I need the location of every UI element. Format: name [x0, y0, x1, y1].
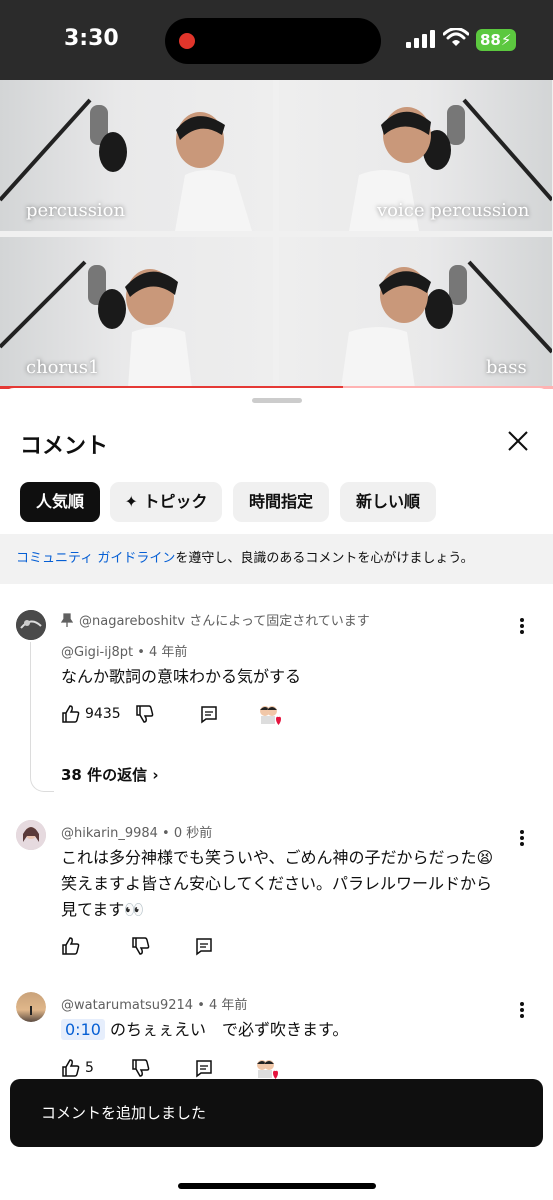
tile-label: bass	[486, 357, 527, 378]
thumbs-up-icon	[62, 705, 80, 723]
comment-meta: @hikarin_9984 • 0 秒前	[61, 826, 213, 841]
avatar[interactable]	[16, 992, 46, 1022]
pinned-text: @nagareboshitv さんによって固定されています	[79, 614, 370, 629]
comment-meta: @Gigi-ij8pt • 4 年前	[61, 645, 188, 660]
dislike-button[interactable]	[131, 936, 153, 960]
recording-dot-icon	[179, 33, 195, 49]
status-bar: 3:30 88⚡	[0, 0, 553, 80]
dynamic-island	[165, 18, 381, 64]
clock: 3:30	[64, 26, 119, 51]
sheet-title: コメント	[20, 434, 109, 459]
like-count: 9435	[85, 706, 121, 722]
thumbs-down-icon	[132, 1059, 150, 1077]
video-tile-voice-percussion: voice percussion	[279, 80, 552, 231]
thread-line	[30, 642, 54, 792]
reply-icon	[201, 706, 217, 724]
view-replies-button[interactable]: 38 件の返信 ›	[61, 764, 159, 785]
comment-meta: @watarumatsu9214 • 4 年前	[61, 998, 248, 1013]
community-guidelines-banner: コミュニティ ガイドラインを遵守し、良識のあるコメントを心がけましょう。	[0, 534, 553, 584]
comment-text: 0:10 のちぇぇえい で必ず吹きます。	[61, 1017, 531, 1043]
reply-icon	[196, 1060, 212, 1078]
tile-label: voice percussion	[377, 200, 530, 221]
comment-time: 4 年前	[149, 645, 188, 660]
battery-level: 88	[480, 31, 501, 49]
comment-line: 見てます👀	[61, 900, 145, 919]
like-button[interactable]	[61, 936, 83, 960]
wifi-icon	[443, 28, 469, 46]
comment-time: 0 秒前	[173, 826, 213, 841]
reply-icon	[196, 938, 212, 956]
close-icon[interactable]	[503, 426, 533, 456]
sparkle-icon: ✦	[124, 492, 144, 511]
comment-author[interactable]: @watarumatsu9214	[61, 998, 193, 1013]
thumbs-down-icon	[132, 937, 150, 955]
like-count: 5	[85, 1060, 94, 1076]
snackbar-toast: コメントを追加しました	[10, 1079, 543, 1147]
pinned-label: @nagareboshitv さんによって固定されています	[60, 610, 370, 629]
guidelines-link[interactable]: コミュニティ ガイドライン	[16, 551, 175, 566]
comment-line: これは多分神様でも笑ういや、ごめん神の子だからだった😫	[61, 848, 494, 867]
dislike-button[interactable]	[135, 704, 157, 728]
thumbs-up-icon	[62, 937, 80, 955]
timestamp-link[interactable]: 0:10	[61, 1019, 105, 1040]
video-tile-chorus1: chorus1	[0, 237, 273, 388]
video-tile-percussion: percussion	[0, 80, 273, 231]
drag-handle[interactable]	[252, 398, 302, 403]
comment-time: 4 年前	[209, 998, 248, 1013]
chip-timestamped[interactable]: 時間指定	[233, 482, 329, 522]
avatar[interactable]	[16, 820, 46, 850]
avatar[interactable]	[16, 610, 46, 640]
chip-topics[interactable]: ✦ トピック	[110, 482, 222, 522]
chip-newest[interactable]: 新しい順	[340, 482, 436, 522]
replies-count: 38 件の返信	[61, 766, 148, 784]
comment-actions: 9435	[61, 704, 301, 730]
guidelines-text: を遵守し、良識のあるコメントを心がけましょう。	[175, 551, 474, 566]
home-indicator[interactable]	[178, 1183, 376, 1189]
chip-popular[interactable]: 人気順	[20, 482, 100, 522]
pin-icon	[60, 613, 74, 627]
comment-author[interactable]: @Gigi-ij8pt	[61, 645, 133, 660]
reply-button[interactable]	[199, 704, 221, 728]
comment-author[interactable]: @hikarin_9984	[61, 826, 158, 841]
reply-button[interactable]	[194, 936, 216, 960]
battery-icon: 88⚡	[476, 29, 516, 51]
video-tile-bass: bass	[279, 237, 552, 388]
like-button[interactable]: 9435	[61, 704, 141, 728]
tile-label: chorus1	[26, 357, 100, 378]
thumbs-up-icon	[62, 1059, 80, 1077]
creator-heart-icon	[258, 704, 284, 728]
comment-text: なんか歌詞の意味わかる気がする	[61, 667, 302, 686]
thumbs-down-icon	[136, 705, 154, 723]
more-options-icon[interactable]	[515, 616, 529, 636]
video-player[interactable]: percussion voice percussion chorus1 bass	[0, 80, 553, 388]
comment-line: 笑えますよ皆さん安心してください。パラレルワールドから	[61, 874, 493, 893]
comment-text: これは多分神様でも笑ういや、ごめん神の子だからだった😫 笑えますよ皆さん安心して…	[61, 845, 531, 923]
chip-label: トピック	[143, 492, 208, 511]
chevron-right-icon: ›	[152, 766, 159, 784]
comment-actions	[61, 936, 301, 962]
signal-icon	[406, 30, 436, 48]
comment-text-rest: のちぇぇえい で必ず吹きます。	[104, 1020, 349, 1039]
tile-label: percussion	[26, 200, 126, 221]
